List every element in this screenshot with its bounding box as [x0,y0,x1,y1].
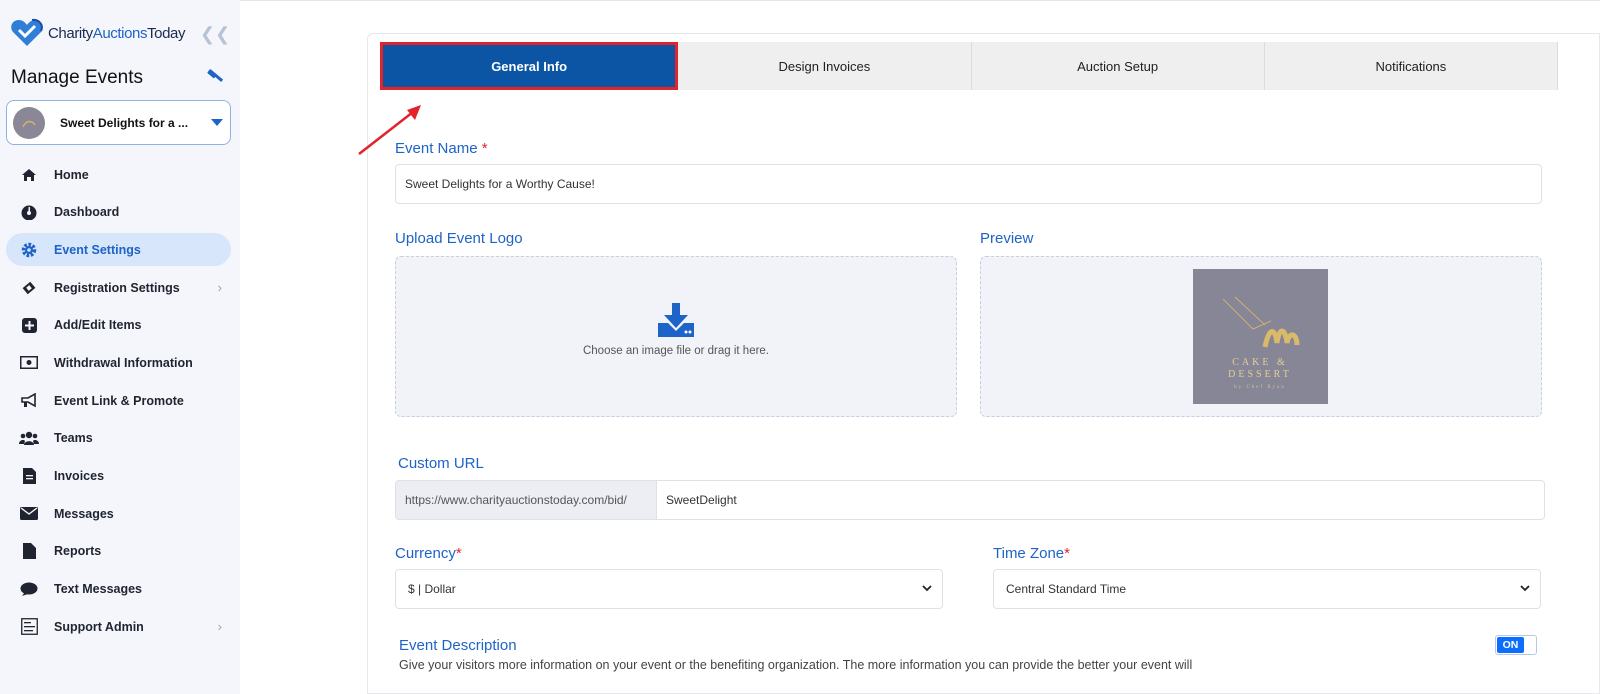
tab-notifications[interactable]: Notifications [1264,42,1558,90]
sidebar-item-reports[interactable]: Reports [6,535,231,568]
sidebar-item-dashboard[interactable]: Dashboard [6,196,231,229]
currency-select[interactable]: $ | Dollar [395,569,943,609]
file-icon [19,542,39,560]
tab-auction-setup[interactable]: Auction Setup [971,42,1265,90]
sidebar-item-label: Add/Edit Items [54,318,142,333]
sidebar-item-label: Messages [54,506,114,521]
money-icon [19,354,39,372]
sidebar-item-text-messages[interactable]: Text Messages [6,573,231,606]
currency-label: Currency* [395,545,462,562]
sidebar-item-label: Event Settings [54,242,141,257]
download-icon [658,303,694,337]
description-toggle[interactable]: ON [1495,635,1537,655]
event-thumbnail [13,106,45,139]
sidebar-item-support-admin[interactable]: Support Admin › [6,610,231,643]
comment-icon [19,580,39,598]
timezone-select[interactable]: Central Standard Time [993,569,1541,609]
sidebar-item-registration-settings[interactable]: Registration Settings › [6,271,231,304]
sidebar-item-label: Invoices [54,469,105,483]
custom-url-label: Custom URL [398,455,484,472]
sidebar-item-label: Reports [54,544,102,559]
ticket-icon [19,279,39,297]
top-divider [240,0,1600,3]
sidebar-item-add-edit-items[interactable]: Add/Edit Items [6,309,231,342]
preview-label: Preview [980,230,1034,247]
preview-logo-line1: CAKE & [1232,357,1288,368]
toggle-on-label: ON [1497,637,1524,653]
sidebar-item-invoices[interactable]: Invoices [6,460,231,493]
megaphone-icon [19,392,39,410]
envelope-icon [19,505,39,523]
sidebar-item-event-link-promote[interactable]: Event Link & Promote [6,384,231,417]
preview-logo-line2: DESSERT [1228,369,1292,380]
sidebar-nav: Home Dashboard Event Settings Registrati… [6,158,231,648]
sidebar-item-label: Text Messages [54,582,143,597]
chevron-right-icon: › [217,619,222,635]
gear-icon [19,241,39,259]
sidebar-item-home[interactable]: Home [6,158,231,191]
logo-dropzone[interactable]: Choose an image file or drag it here. [395,256,957,417]
sidebar-item-label: Dashboard [54,205,120,220]
custom-url-prefix: https://www.charityauctionstoday.com/bid… [395,480,657,520]
sidebar: CharityAuctionsToday ❮❮ Manage Events Sw… [0,0,240,694]
plus-square-icon [19,316,39,334]
dashboard-icon [19,203,39,221]
sidebar-item-label: Withdrawal Information [54,355,193,370]
settings-tabs: General Info Design Invoices Auction Set… [380,42,1558,90]
heart-logo-icon [11,18,43,46]
event-name-input[interactable]: Sweet Delights for a Worthy Cause! [395,164,1542,204]
sidebar-item-label: Event Link & Promote [54,393,184,408]
sidebar-item-label: Support Admin [54,619,144,634]
event-selector-dropdown[interactable]: Sweet Delights for a ... [6,100,231,145]
sidebar-item-label: Home [54,167,89,182]
tab-general-info[interactable]: General Info [380,42,679,90]
invoice-icon [19,467,39,485]
upload-logo-label: Upload Event Logo [395,230,523,247]
event-name-label: Event Name * [395,140,488,157]
admin-icon [19,618,39,636]
sidebar-item-label: Teams [54,431,93,446]
event-description-help: Give your visitors more information on y… [399,658,1193,672]
sidebar-item-label: Registration Settings [54,280,180,295]
upload-hint: Choose an image file or drag it here. [582,345,770,357]
chevron-right-icon: › [217,280,222,296]
timezone-value: Central Standard Time [1006,582,1127,596]
sidebar-item-event-settings[interactable]: Event Settings [6,233,231,267]
event-description-label: Event Description [399,637,517,654]
app-logo[interactable]: CharityAuctionsToday [10,18,185,48]
tab-design-invoices[interactable]: Design Invoices [678,42,972,90]
chevron-down-icon [922,585,932,592]
double-chevron-left-icon[interactable]: ❮❮ [200,24,230,45]
event-selector-label: Sweet Delights for a ... [60,115,189,130]
preview-box: CAKE & DESSERT by Chef Ryan [980,256,1542,417]
sidebar-item-withdrawal-information[interactable]: Withdrawal Information [6,346,231,379]
sidebar-title: Manage Events [11,67,144,88]
home-icon [19,166,39,184]
gavel-icon [206,68,224,91]
brand-name: CharityAuctionsToday [48,24,186,42]
sidebar-item-teams[interactable]: Teams [6,422,231,455]
preview-logo-line3: by Chef Ryan [1234,385,1286,390]
timezone-label: Time Zone* [993,545,1070,562]
users-icon [19,429,39,447]
caret-down-icon [211,119,223,126]
chevron-down-icon [1520,585,1530,592]
currency-value: $ | Dollar [408,582,456,596]
event-logo-preview: CAKE & DESSERT by Chef Ryan [1193,269,1328,404]
custom-url-input[interactable]: SweetDelight [656,480,1545,520]
sidebar-item-messages[interactable]: Messages [6,497,231,530]
